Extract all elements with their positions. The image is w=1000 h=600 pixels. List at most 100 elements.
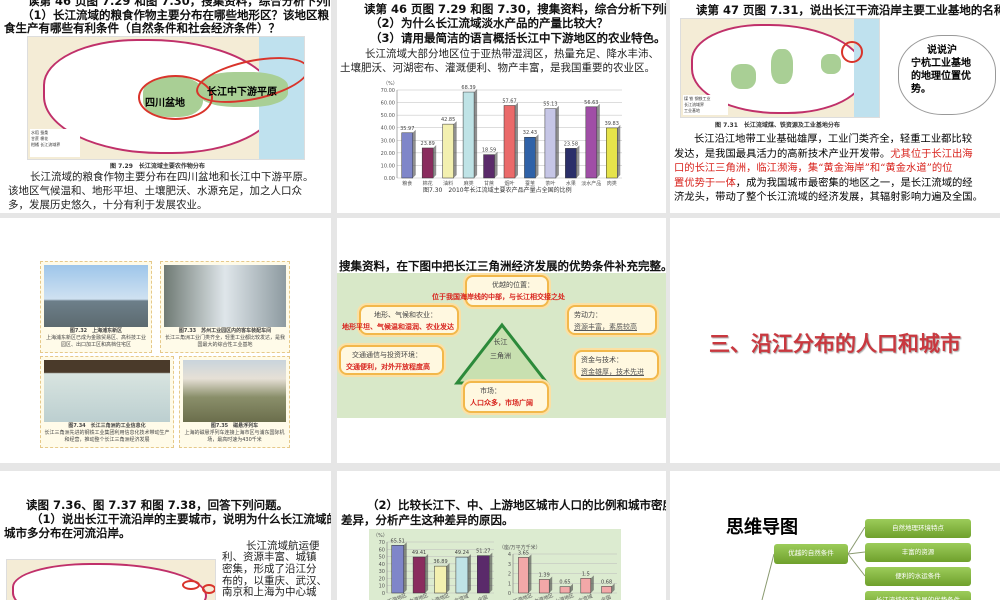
- data-label: 68.39: [461, 85, 475, 91]
- mind-map-node[interactable]: 长江流域经济发展的优势条件: [865, 591, 971, 600]
- answer-line: 利、资源丰富、城镇: [222, 551, 317, 563]
- x-tick-label: 全流域: [453, 593, 470, 600]
- answer-line: 该地区气候温和、地形平坦、土壤肥沃、水源充足，加之人口众: [8, 185, 302, 197]
- photo-title: 图7.33 苏州工业园区内的客车装配车间: [178, 328, 272, 334]
- industry-base-map: 煤 铁 钢铁工业 长江流域界 工业基地: [680, 18, 880, 118]
- legend-item: 钢铁工业: [694, 96, 711, 101]
- bar: [544, 108, 557, 179]
- bar-side: [446, 563, 450, 593]
- bar-side: [433, 144, 437, 178]
- bar-side: [617, 124, 621, 178]
- y-tick-label: 0.00: [384, 176, 395, 182]
- y-axis-label: （%）: [383, 81, 398, 87]
- question-line: （3）请用最简洁的语言概括长江中下游地区的农业特色。: [370, 31, 666, 45]
- bar-side: [596, 103, 600, 178]
- data-label: 0.65: [559, 580, 570, 586]
- slide-8-thumbnail[interactable]: （2）比较长江下、中、上游地区城市人口的比例和城市密度 差异，分析产生这种差异的…: [337, 471, 666, 600]
- y-tick-label: 0: [508, 591, 511, 597]
- bar-side: [555, 105, 559, 178]
- legend-item: 蚕桑: [40, 130, 49, 135]
- photo-card: 图7.33 苏州工业园区内的客车装配车间 长江三角洲工业门类齐全，轻重工业都比较发…: [160, 261, 290, 353]
- data-label: 23.89: [421, 141, 435, 147]
- data-label: 1.39: [539, 572, 550, 578]
- data-label: 23.58: [564, 141, 578, 147]
- bar-side: [474, 89, 478, 178]
- slide-9-thumbnail[interactable]: 思维导图 优越的自然条件 自然地理环境特点 丰富的资源 便利的水运条件 长江流域…: [670, 471, 1000, 600]
- slide-2-thumbnail[interactable]: 读第 46 页图 7.29 和图 7.30，搜集资料，综合分析下列问题。 （2）…: [337, 0, 666, 213]
- legend-item: 工业基地: [684, 108, 700, 113]
- bar-side: [489, 552, 493, 593]
- paragraph-line: 发达，是我国最具活力的高新技术产业开发带。尤其位于长江出海: [674, 147, 983, 162]
- bar: [503, 105, 516, 179]
- mind-map-node[interactable]: 便利的水运条件: [865, 567, 971, 586]
- bar-side: [403, 542, 407, 593]
- labor-box: 劳动力： 资源丰富，素质较高: [567, 305, 657, 335]
- highlighted-text: 口的长江三角洲，临江濒海，集“黄金海岸”和“黄金水道”的位: [674, 162, 953, 174]
- x-tick-label: 粮食: [402, 180, 412, 187]
- bar: [455, 556, 469, 594]
- triangle-center-label: 长江 三角洲: [490, 338, 511, 360]
- slide-6-thumbnail[interactable]: 三、沿江分布的人口和城市: [670, 218, 1000, 463]
- body-text: ，成为我国城市最密集的地区之一，是长江流域的经: [735, 176, 973, 189]
- callout-line: 宁杭工业基地: [911, 58, 971, 69]
- data-label: 56.63: [584, 100, 598, 106]
- legend-item: 铁: [689, 96, 694, 101]
- slide-5-thumbnail[interactable]: 搜集资料，在下图中把长江三角洲经济发展的优势条件补充完整。 长江 三角洲 优越的位…: [337, 218, 666, 463]
- photo-card: 图7.32 上海浦东新区 上海浦东新区已成为金融贸易区、高科技工业园区、出口加工区…: [40, 261, 152, 353]
- y-axis-label: （%）: [373, 533, 388, 539]
- photo-desc: 长江三角洲先进的钢铁工业集团利用信息化技术带动生产和经营，推动整个长江三角洲经济…: [44, 430, 170, 443]
- capital-box: 资金与技术： 资金雄厚，技术先进: [574, 350, 659, 380]
- body-text: 长江沿江地带工业基础雄厚，工业门类齐全，轻重工业都比较: [694, 133, 973, 145]
- y-tick-label: 1: [508, 581, 511, 587]
- callout-line: 势。: [911, 84, 931, 95]
- y-tick-label: 3: [508, 562, 511, 568]
- y-tick-label: 70: [379, 540, 385, 546]
- farm-products-bar-chart: （%） 0.00 10.00 20.00 30.00 40.00 50.00 60.00 70.…: [381, 81, 622, 187]
- thought-cloud-callout: 说说沪 宁杭工业基地 的地理位置优 势。: [898, 35, 996, 115]
- mind-map-root-node[interactable]: 优越的自然条件: [774, 544, 848, 564]
- bar: [580, 578, 592, 594]
- bar: [477, 555, 490, 594]
- bar: [483, 154, 495, 179]
- answer-line: 长江流域的粮食作物主要分布在四川盆地和长江中下游平原。: [30, 171, 314, 183]
- y-tick-label: 10.00: [381, 163, 395, 169]
- question-line: （1）说出长江干流沿岸的主要城市，说明为什么长江流域的: [31, 512, 331, 526]
- photo-desc: 上海浦东新区已成为金融贸易区、高科技工业园区、出口加工区和高档住宅区: [45, 335, 146, 348]
- slide-3-thumbnail[interactable]: 读第 47 页图 7.31，说出长江干流沿岸主要工业基地的名称。 煤 铁 钢铁工…: [670, 0, 1000, 213]
- photo-desc: 长江三角洲工业门类齐全，轻重工业都比较发达，是我国最大的综合性工业基地: [164, 335, 285, 348]
- bar: [412, 556, 426, 594]
- pudong-skyline-photo: [44, 265, 148, 327]
- bar: [601, 586, 612, 594]
- slide-7-thumbnail[interactable]: 读图 7.36、图 7.37 和图 7.38，回答下列问题。 （1）说出长江干流…: [0, 471, 331, 600]
- y-tick-label: 40: [379, 562, 385, 568]
- slide-4-thumbnail[interactable]: 图7.32 上海浦东新区 上海浦东新区已成为金融贸易区、高科技工业园区、出口加工区…: [0, 218, 331, 463]
- callout-line: 的地理位置优: [911, 71, 971, 82]
- answer-line: 土壤肥沃、河湖密布、灌溉便利、物产丰富，是我国重要的农业区。: [340, 62, 655, 74]
- bar: [421, 147, 434, 179]
- y-tick-label: 20.00: [381, 151, 395, 157]
- maglev-train-photo: [183, 360, 286, 422]
- y-tick-label: 60.00: [381, 101, 395, 107]
- data-label: 49.24: [455, 550, 469, 556]
- mind-map-node[interactable]: 自然地理环境特点: [865, 519, 971, 538]
- bar: [559, 586, 571, 594]
- slide-1-thumbnail[interactable]: 读第 46 页图 7.29 和图 7.30，搜集资料，综合分析下列问题。 （1）…: [0, 0, 331, 213]
- city-density-chart: （座/万平方千米）01234 3.65下游地区1.39中游地区0.65上游地区1.…: [499, 544, 617, 600]
- answer-line: 密集，形成了沿江分: [222, 563, 317, 575]
- bar-side: [425, 554, 429, 593]
- bar: [391, 545, 404, 594]
- bar-side: [576, 145, 580, 178]
- y-tick-label: 70.00: [381, 88, 395, 94]
- answer-line: 多，发展历史悠久，十分有利于发展农业。: [8, 199, 208, 211]
- body-text: 济龙头，带动了整个长江流域的经济发展，其辐射影响力遍及全国。: [674, 191, 983, 203]
- bar: [434, 565, 447, 594]
- mind-map-node[interactable]: 丰富的资源: [865, 543, 971, 562]
- industry-paragraph: 长江沿江地带工业基础雄厚，工业门类齐全，轻重工业都比较发达，是我国最具活力的高新…: [674, 132, 983, 205]
- x-tick-label: 全国: [600, 594, 612, 600]
- legend-item: 甘蔗: [31, 136, 39, 141]
- map-label: 四川盆地: [145, 98, 185, 109]
- paragraph-line: 置优势于一体，成为我国城市最密集的地区之一，是长江流域的经: [674, 176, 983, 191]
- bar-side: [412, 129, 416, 178]
- location-box: 优越的位置： 位于我国海岸线的中部，与长江相交接之处: [432, 275, 565, 307]
- y-tick-label: 4: [508, 552, 511, 558]
